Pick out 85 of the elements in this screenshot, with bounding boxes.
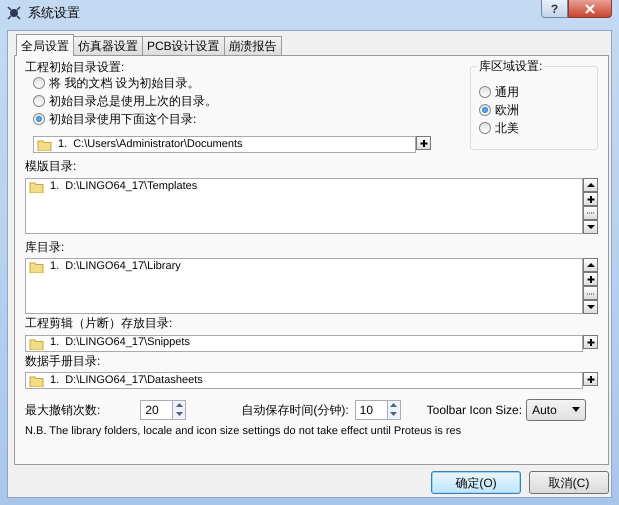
plus-icon <box>586 336 596 347</box>
field-label: Toolbar Icon Size: <box>426 402 522 418</box>
entry-index: 1. <box>58 138 68 152</box>
path-field[interactable]: 1. D:\LINGO64_17\Datasheets <box>25 372 583 389</box>
group-label: 工程初始目录设置: <box>25 60 126 74</box>
path-field[interactable]: 1. C:\Users\Administrator\Documents <box>33 136 416 154</box>
number-field[interactable]: 20 <box>140 400 172 420</box>
folder-list[interactable]: 1. D:\LINGO64_17\Library <box>25 258 583 314</box>
radio-label[interactable]: 初始目录总是使用上次的目录。 <box>49 94 217 109</box>
move-down-button[interactable] <box>583 300 598 314</box>
down-caret-icon <box>586 304 596 310</box>
entry-path: D:\LINGO64_17\Templates <box>65 180 198 193</box>
plus-icon <box>586 374 596 384</box>
folder-icon <box>29 374 44 387</box>
radio-label[interactable]: 欧洲 <box>495 102 519 118</box>
app-icon <box>6 5 22 21</box>
close-icon <box>585 4 595 14</box>
folder-icon <box>29 260 44 274</box>
dialog-button[interactable]: 确定(O) <box>431 471 521 494</box>
up-caret-icon <box>586 182 596 188</box>
radio-label[interactable]: 北美 <box>495 120 519 136</box>
entry-path: D:\LINGO64_17\Datasheets <box>65 374 203 388</box>
field-label: 最大撤销次数: <box>25 402 100 418</box>
caret-icon <box>572 407 580 412</box>
down-caret-icon <box>390 412 398 416</box>
move-up-button[interactable] <box>583 258 598 272</box>
dropdown[interactable]: Auto <box>526 398 586 421</box>
entry-index: 1. <box>50 180 60 193</box>
entry-index: 1. <box>50 336 60 350</box>
dots-icon <box>586 290 596 296</box>
group-label: 库区域设置: <box>477 59 544 74</box>
folder-list[interactable]: 1. D:\LINGO64_17\Templates <box>25 178 583 234</box>
radio-button[interactable] <box>479 122 491 134</box>
entry-index: 1. <box>50 260 60 274</box>
tab[interactable]: 全局设置 <box>16 34 74 56</box>
browse-button[interactable] <box>583 206 598 220</box>
folder-icon <box>29 336 44 350</box>
add-button[interactable] <box>583 272 598 286</box>
plus-icon <box>586 274 596 284</box>
entry-index: 1. <box>50 374 60 388</box>
add-button[interactable] <box>416 136 431 150</box>
spin-buttons[interactable] <box>386 400 401 420</box>
folder-icon <box>29 180 44 193</box>
radio-button[interactable] <box>33 77 45 90</box>
window-title: 系统设置 <box>28 4 80 22</box>
add-button[interactable] <box>583 372 598 386</box>
up-caret-icon <box>176 403 183 408</box>
move-down-button[interactable] <box>583 220 598 234</box>
dots-icon <box>586 210 596 216</box>
radio-label[interactable]: 初始目录使用下面这个目录: <box>49 112 196 127</box>
move-up-button[interactable] <box>583 178 598 192</box>
radio-button[interactable] <box>33 113 45 126</box>
entry-path: D:\LINGO64_17\Snippets <box>65 336 190 350</box>
plus-icon <box>586 194 596 204</box>
add-button[interactable] <box>583 334 598 349</box>
spin-buttons[interactable] <box>172 400 186 420</box>
help-button[interactable]: ? <box>541 0 568 18</box>
entry-path: D:\LINGO64_17\Library <box>65 260 181 274</box>
browse-button[interactable] <box>583 286 598 300</box>
section-label: 数据手册目录: <box>25 354 102 368</box>
dialog-button[interactable]: 取消(C) <box>529 471 609 494</box>
tab[interactable]: 崩溃报告 <box>224 36 282 55</box>
add-button[interactable] <box>583 192 598 206</box>
radio-label[interactable]: 将 我的文档 设为初始目录。 <box>49 76 200 91</box>
up-caret-icon <box>586 262 596 268</box>
plus-icon <box>418 138 428 148</box>
section-label: 库目录: <box>25 240 66 254</box>
close-button[interactable] <box>568 0 612 18</box>
radio-button[interactable] <box>479 86 491 98</box>
up-caret-icon <box>390 403 398 408</box>
section-label: 模版目录: <box>25 159 78 174</box>
field-label: 自动保存时间(分钟): <box>241 402 349 418</box>
tab[interactable]: PCB设计设置 <box>142 36 225 55</box>
folder-icon <box>37 138 52 152</box>
down-caret-icon <box>586 224 596 230</box>
radio-button[interactable] <box>33 95 45 108</box>
down-caret-icon <box>176 412 183 416</box>
path-field[interactable]: 1. D:\LINGO64_17\Snippets <box>25 334 583 352</box>
section-label: 工程剪辑（片断）存放目录: <box>25 316 174 331</box>
entry-path: C:\Users\Administrator\Documents <box>73 138 243 152</box>
tab[interactable]: 仿真器设置 <box>73 36 143 55</box>
number-field[interactable]: 10 <box>354 400 387 420</box>
note-text: N.B. The library folders, locale and icon size settings do not take effect until Proteus is res <box>25 424 462 438</box>
radio-button[interactable] <box>479 104 491 116</box>
radio-label[interactable]: 通用 <box>495 84 519 100</box>
